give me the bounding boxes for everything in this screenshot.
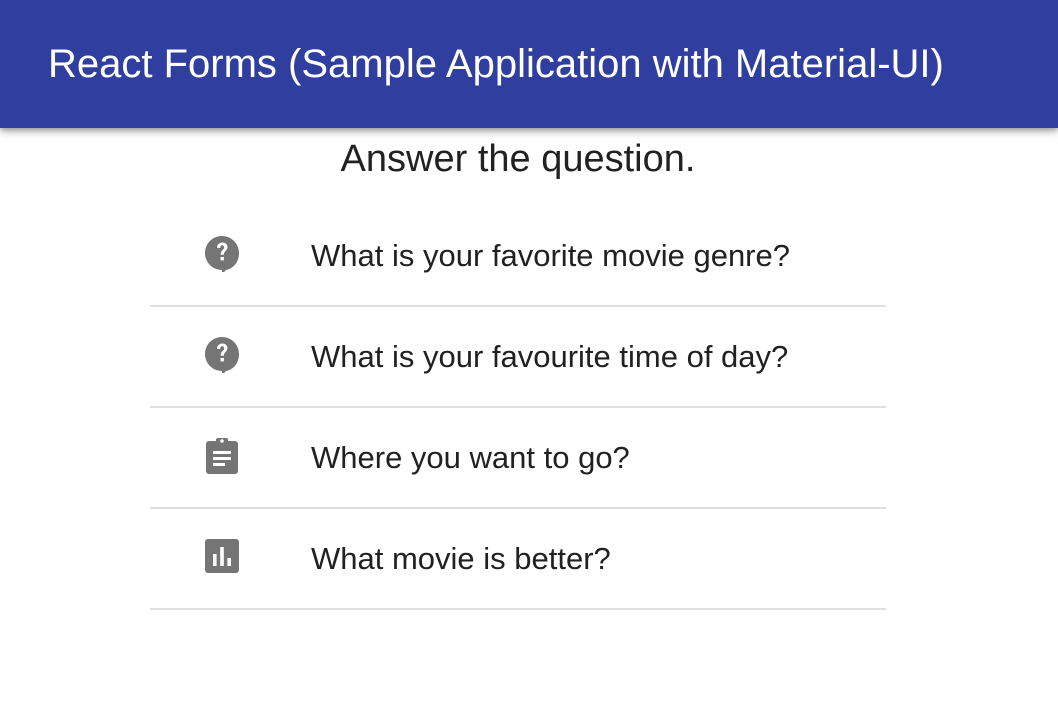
- clipboard-icon: [203, 436, 241, 474]
- app-bar: React Forms (Sample Application with Mat…: [0, 0, 1058, 128]
- question-item-movie-better[interactable]: What movie is better?: [150, 509, 886, 610]
- question-label: Where you want to go?: [311, 440, 630, 475]
- question-answer-icon: [203, 335, 241, 373]
- app-title: React Forms (Sample Application with Mat…: [48, 42, 944, 86]
- question-item-movie-genre[interactable]: What is your favorite movie genre?: [150, 206, 886, 307]
- question-label: What is your favorite movie genre?: [311, 238, 790, 273]
- page-heading: Answer the question.: [340, 138, 696, 180]
- question-item-time-of-day[interactable]: What is your favourite time of day?: [150, 307, 886, 408]
- question-list: What is your favorite movie genre? What …: [150, 206, 886, 610]
- question-label: What movie is better?: [311, 541, 611, 576]
- question-answer-icon: [203, 234, 241, 272]
- bar-chart-icon: [203, 537, 241, 575]
- question-item-where-to-go[interactable]: Where you want to go?: [150, 408, 886, 509]
- question-label: What is your favourite time of day?: [311, 339, 789, 374]
